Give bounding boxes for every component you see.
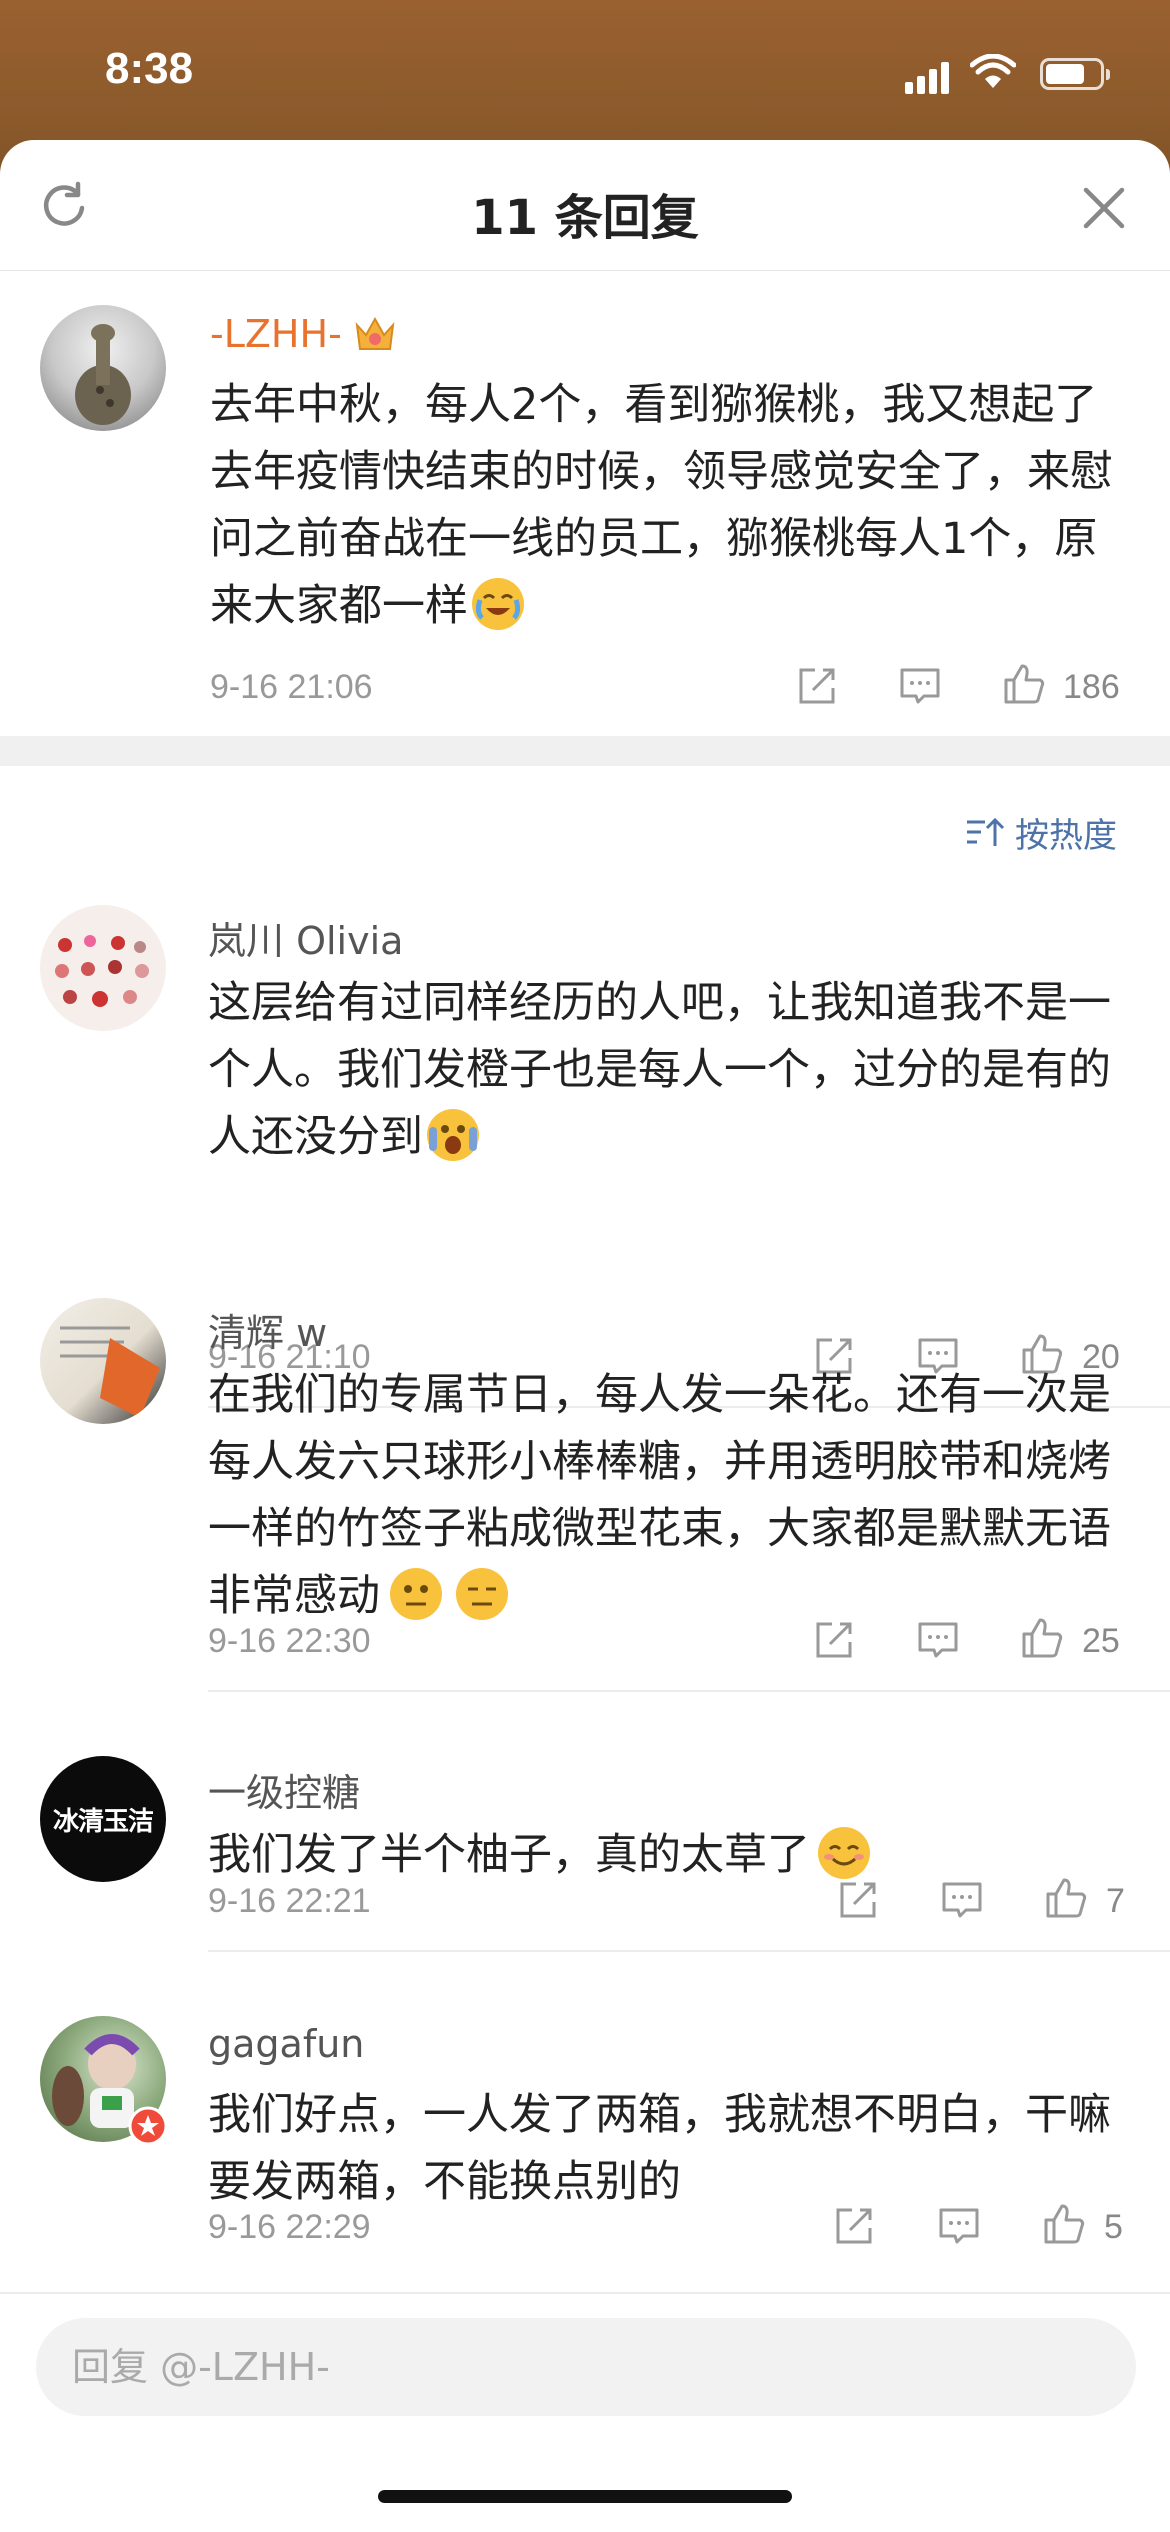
reply-username[interactable]: gagafun <box>208 2022 364 2066</box>
comment-icon[interactable] <box>898 664 942 708</box>
comment-icon[interactable] <box>940 1878 984 1922</box>
sheet-header: 11 条回复 <box>0 140 1170 271</box>
like-icon[interactable] <box>1002 662 1046 706</box>
share-icon[interactable] <box>836 1878 880 1922</box>
reply-timestamp: 9-16 22:29 <box>208 2208 371 2246</box>
cellular-signal-icon <box>905 60 949 94</box>
avatar[interactable]: 冰清玉洁 <box>40 1756 166 1882</box>
comment-body: 去年中秋，每人2个，看到猕猴桃，我又想起了去年疫情快结束的时候，领导感觉安全了，… <box>210 380 1113 631</box>
reply-text: 我们发了半个柚子，真的太草了 <box>208 1822 1138 1889</box>
comment-timestamp: 9-16 21:06 <box>210 668 373 706</box>
verified-badge-icon <box>128 2106 168 2146</box>
reply-text: 我们好点，一人发了两箱，我就想不明白，干嘛要发两箱，不能换点别的 <box>208 2082 1138 2216</box>
crown-badge-icon <box>355 316 395 350</box>
reply-input[interactable] <box>36 2318 1036 2416</box>
share-icon[interactable] <box>795 664 839 708</box>
reply-body: 我们好点，一人发了两箱，我就想不明白，干嘛要发两箱，不能换点别的 <box>208 2090 1111 2207</box>
like-count: 5 <box>1104 2208 1123 2246</box>
username-text: -LZHH- <box>210 312 342 356</box>
neutral-face-emoji-icon <box>390 1568 442 1620</box>
comment-username[interactable]: -LZHH- <box>210 312 398 356</box>
expressionless-emoji-icon <box>456 1568 508 1620</box>
avatar-text: 冰清玉洁 <box>52 1806 154 1837</box>
comment-text: 去年中秋，每人2个，看到猕猴桃，我又想起了去年疫情快结束的时候，领导感觉安全了，… <box>210 372 1130 640</box>
crying-laughing-emoji-icon <box>472 578 524 630</box>
reply-username[interactable]: 清辉 w <box>208 1302 327 1357</box>
reply-timestamp: 9-16 22:21 <box>208 1882 371 1920</box>
reply-username[interactable]: 岚川 Olivia <box>208 910 403 965</box>
wifi-icon <box>970 54 1016 88</box>
input-divider <box>0 2292 1170 2294</box>
sort-icon <box>967 817 1005 846</box>
reply-body: 在我们的专属节日，每人发一朵花。还有一次是每人发六只球形小棒棒糖，并用透明胶带和… <box>208 1370 1111 1621</box>
giraffe-avatar-icon <box>75 324 131 425</box>
reply-input-container <box>36 2318 1136 2416</box>
sort-label: 按热度 <box>1015 816 1117 856</box>
pattern-avatar-icon <box>55 935 149 1007</box>
like-count: 25 <box>1082 1622 1120 1660</box>
avatar[interactable] <box>40 1298 166 1424</box>
like-icon[interactable] <box>1042 2202 1086 2246</box>
replies-sheet: 11 条回复 -LZHH- 去年中秋，每人2个，看到猕猴桃，我又想起了去年疫情快… <box>0 140 1170 2532</box>
smiling-emoji-icon <box>818 1827 870 1879</box>
screaming-emoji-icon <box>427 1109 479 1161</box>
reply-username[interactable]: 一级控糖 <box>208 1762 360 1817</box>
reply-body: 我们发了半个柚子，真的太草了 <box>208 1830 810 1880</box>
share-icon[interactable] <box>812 1618 856 1662</box>
comment-icon[interactable] <box>916 1618 960 1662</box>
status-bar: 8:38 <box>0 0 1170 140</box>
share-icon[interactable] <box>832 2204 876 2248</box>
reply-text: 这层给有过同样经历的人吧，让我知道我不是一个人。我们发橙子也是每人一个，过分的是… <box>208 970 1138 1171</box>
battery-icon <box>1040 58 1110 90</box>
status-time: 8:38 <box>105 44 194 93</box>
comment-icon[interactable] <box>937 2204 981 2248</box>
avatar[interactable] <box>40 905 166 1031</box>
sort-by-popularity-button[interactable]: 按热度 <box>965 808 1117 857</box>
reply-timestamp: 9-16 22:30 <box>208 1622 371 1660</box>
close-icon[interactable] <box>1078 182 1130 234</box>
like-icon[interactable] <box>1044 1876 1088 1920</box>
like-count: 7 <box>1106 1882 1125 1920</box>
home-indicator[interactable] <box>378 2490 792 2503</box>
row-divider <box>208 1950 1170 1952</box>
like-icon[interactable] <box>1020 1616 1064 1660</box>
reply-text: 在我们的专属节日，每人发一朵花。还有一次是每人发六只球形小棒棒糖，并用透明胶带和… <box>208 1362 1138 1630</box>
reply-body: 这层给有过同样经历的人吧，让我知道我不是一个人。我们发橙子也是每人一个，过分的是… <box>208 978 1111 1162</box>
book-avatar-icon <box>60 1326 160 1418</box>
avatar[interactable] <box>40 305 166 431</box>
row-divider <box>208 1690 1170 1692</box>
section-divider <box>0 736 1170 766</box>
page-title: 11 条回复 <box>471 190 699 246</box>
like-count: 186 <box>1063 668 1120 706</box>
